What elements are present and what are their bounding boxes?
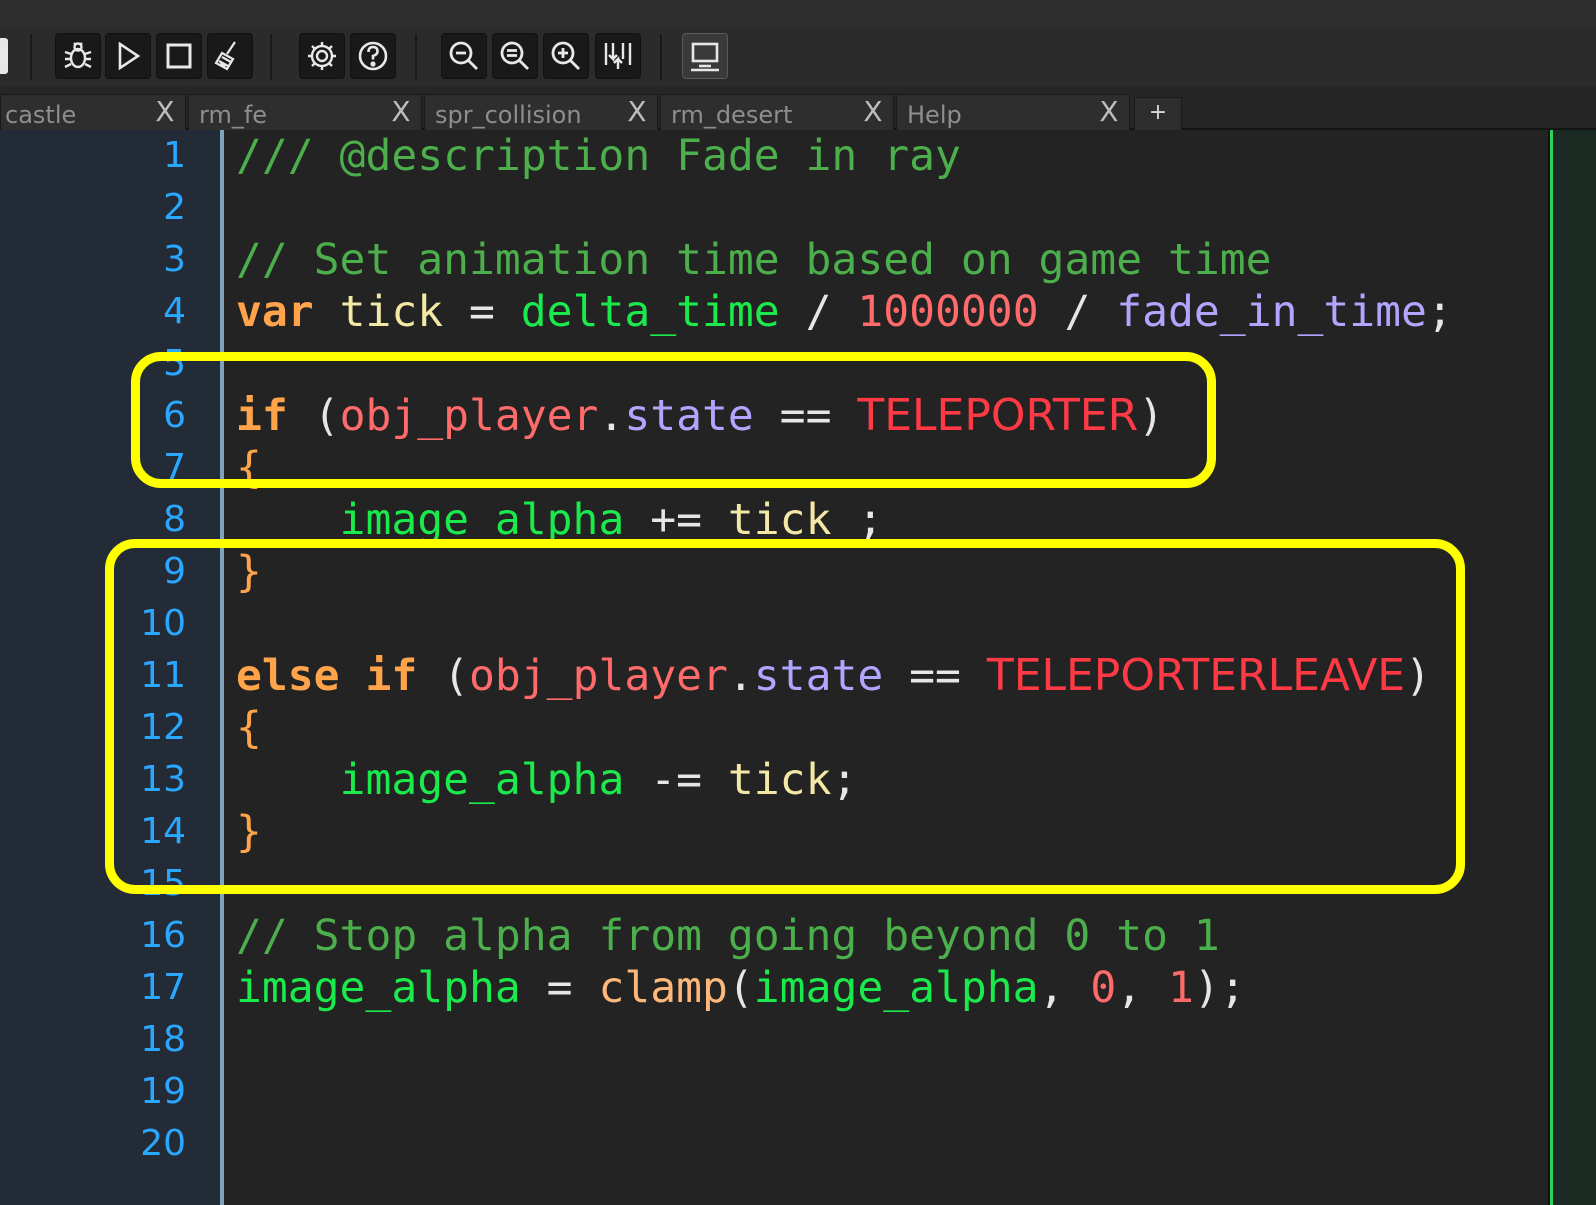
punctuation-token: ;	[1426, 287, 1453, 337]
operator-token: /	[779, 287, 858, 337]
number-token: 1	[1168, 963, 1194, 1013]
toolbar-separator	[270, 34, 272, 80]
line-number: 3	[163, 239, 186, 280]
property-token: fade_in_time	[1116, 287, 1427, 337]
highlight-box-else-if-block	[105, 539, 1465, 894]
zoom-out-icon	[449, 41, 478, 70]
number-token: 0	[1090, 963, 1117, 1013]
tab-rm-fe[interactable]: rm_fe X	[188, 94, 422, 130]
zoom-in-button[interactable]	[543, 33, 589, 79]
stop-button[interactable]	[156, 33, 202, 79]
line-number: 18	[140, 1019, 186, 1060]
keyword-token: var	[236, 287, 314, 337]
add-tab-button[interactable]: +	[1134, 97, 1182, 130]
line-number: 4	[163, 291, 186, 332]
broom-icon	[214, 41, 236, 71]
variable-token: tick	[339, 287, 444, 337]
tab-castle[interactable]: castle X	[0, 94, 186, 130]
zoom-out-button[interactable]	[441, 33, 487, 79]
punctuation-token: ,	[1038, 963, 1091, 1013]
punctuation-token: );	[1193, 963, 1246, 1013]
operator-token: /	[1038, 287, 1117, 337]
bug-icon	[64, 42, 92, 69]
highlight-box-if-block	[131, 352, 1216, 488]
toolbar	[0, 28, 1596, 86]
play-icon	[118, 41, 141, 71]
zoom-reset-button[interactable]	[492, 33, 538, 79]
line-number: 16	[140, 915, 186, 956]
run-button[interactable]	[105, 33, 151, 79]
code-line-16: // Stop alpha from going beyond 0 to 1	[236, 911, 1220, 961]
toolbar-separator	[415, 34, 417, 80]
close-icon[interactable]: X	[625, 98, 649, 126]
operator-token: =	[520, 963, 599, 1013]
line-number: 2	[163, 187, 186, 228]
close-icon[interactable]: X	[861, 98, 885, 126]
close-icon[interactable]: X	[389, 98, 413, 126]
tab-spr-collision[interactable]: spr_collision X	[424, 94, 658, 130]
operator-token: +=	[624, 495, 728, 545]
code-line-3: // Set animation time based on game time	[236, 235, 1272, 285]
zoom-reset-icon	[500, 41, 529, 70]
function-token: clamp	[598, 963, 728, 1013]
tab-label: Help	[907, 101, 962, 129]
scrollbar-thumb[interactable]	[1550, 130, 1553, 1205]
number-token: 1000000	[857, 287, 1039, 337]
fullscreen-button[interactable]	[682, 33, 728, 79]
line-number: 20	[140, 1123, 186, 1164]
zoom-in-icon	[551, 41, 580, 70]
punctuation-token: ,	[1116, 963, 1169, 1013]
toolbar-button-partial[interactable]	[0, 38, 8, 74]
tab-bar: castle X rm_fe X spr_collision X rm_dese…	[0, 86, 1596, 130]
code-line-17: image_alpha = clamp(image_alpha, 0, 1);	[236, 962, 1246, 1014]
window-top-strip	[0, 0, 1596, 29]
punctuation-token: (	[727, 963, 754, 1013]
close-icon[interactable]: X	[153, 98, 177, 126]
tab-label: rm_desert	[671, 101, 793, 129]
vertical-scrollbar[interactable]	[1550, 130, 1596, 1205]
builtin-token: image_alpha	[339, 495, 625, 545]
tab-rm-desert[interactable]: rm_desert X	[660, 94, 894, 130]
code-line-4: var tick = delta_time / 1000000 / fade_i…	[236, 286, 1453, 338]
monitor-icon	[691, 42, 719, 72]
punctuation-token: ;	[831, 495, 884, 545]
collapse-button[interactable]	[595, 33, 641, 79]
line-number: 1	[163, 135, 186, 176]
builtin-token: image_alpha	[236, 963, 521, 1013]
debug-button[interactable]	[55, 33, 101, 79]
help-button[interactable]	[350, 33, 396, 79]
close-icon[interactable]: X	[1097, 98, 1121, 126]
tab-label: spr_collision	[435, 101, 582, 129]
toolbar-separator	[30, 34, 32, 80]
tab-help[interactable]: Help X	[896, 94, 1130, 130]
builtin-token: delta_time	[520, 287, 780, 337]
preferences-button[interactable]	[299, 33, 345, 79]
stop-icon	[166, 43, 192, 69]
variable-token: tick	[727, 495, 832, 545]
operator-token: =	[443, 287, 521, 337]
question-icon	[358, 41, 388, 71]
line-number: 17	[140, 967, 186, 1008]
clean-button[interactable]	[207, 33, 253, 79]
collapse-icon	[604, 43, 632, 69]
line-number: 19	[140, 1071, 186, 1112]
gear-icon	[308, 42, 336, 70]
toolbar-separator	[660, 34, 662, 80]
code-line-1: /// @description Fade in ray	[236, 131, 961, 181]
tab-label: rm_fe	[199, 101, 268, 129]
builtin-token: image_alpha	[753, 963, 1039, 1013]
tab-label: castle	[5, 101, 77, 129]
